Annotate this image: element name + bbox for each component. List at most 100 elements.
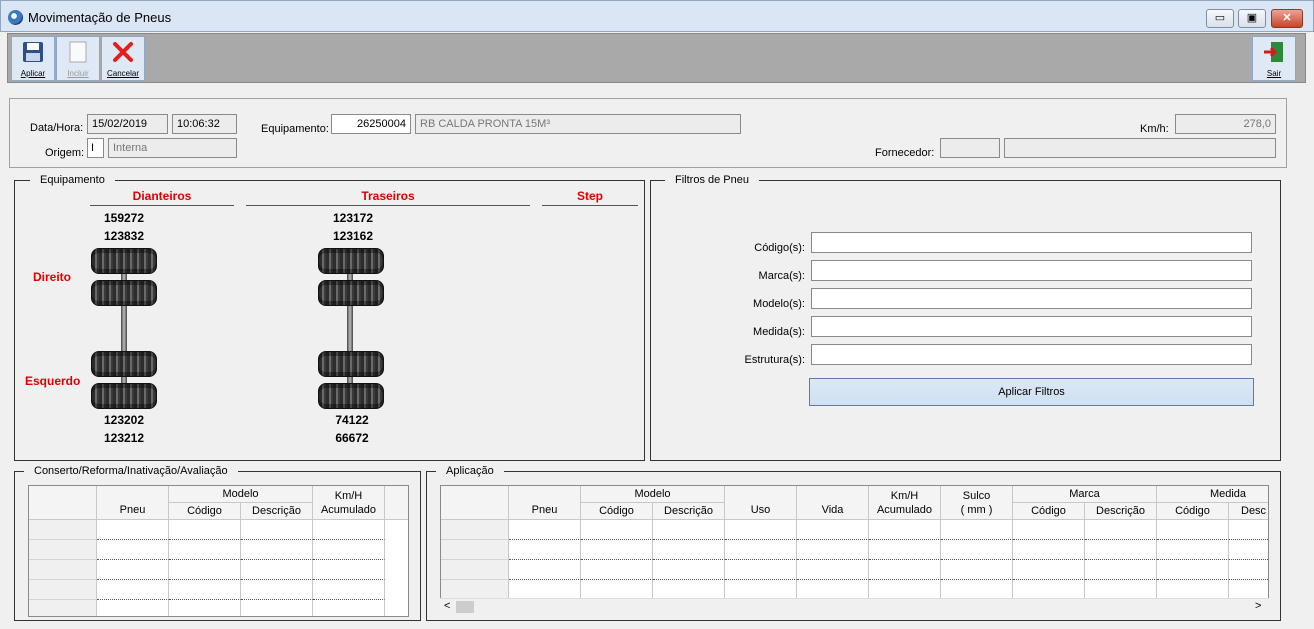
table-cell[interactable] bbox=[581, 560, 653, 580]
table-cell[interactable] bbox=[241, 520, 313, 540]
equipamento-desc-field[interactable]: RB CALDA PRONTA 15M³ bbox=[415, 114, 741, 134]
row-header[interactable] bbox=[441, 560, 509, 580]
medida-filter-input[interactable] bbox=[811, 316, 1252, 337]
conserto-grid[interactable]: Pneu Modelo Código Descrição Km/H Acumula… bbox=[28, 485, 409, 617]
cancel-button[interactable]: Cancelar bbox=[101, 36, 145, 81]
table-cell[interactable] bbox=[169, 600, 241, 616]
tire-front-right-inner[interactable] bbox=[91, 280, 157, 306]
table-cell[interactable] bbox=[1085, 560, 1157, 580]
table-cell[interactable] bbox=[581, 520, 653, 540]
exit-button[interactable]: Sair bbox=[1252, 36, 1296, 81]
table-cell[interactable] bbox=[797, 520, 869, 540]
scroll-left-arrow[interactable]: < bbox=[444, 600, 450, 612]
apply-button[interactable]: Aplicar bbox=[11, 36, 55, 81]
table-cell[interactable] bbox=[653, 580, 725, 598]
col-medida-descricao[interactable]: Desc bbox=[1229, 503, 1268, 520]
table-cell[interactable] bbox=[241, 580, 313, 600]
tire-front-right-outer[interactable] bbox=[91, 248, 157, 274]
table-cell[interactable] bbox=[169, 520, 241, 540]
tire-rear-right-outer[interactable] bbox=[318, 248, 384, 274]
col-medida-codigo[interactable]: Código bbox=[1157, 503, 1229, 520]
aplicacao-grid[interactable]: Pneu Modelo Código Descrição Uso Vida Km… bbox=[440, 485, 1269, 598]
origem-code-field[interactable]: I bbox=[87, 138, 104, 158]
col-uso[interactable]: Uso bbox=[725, 486, 797, 520]
table-cell[interactable] bbox=[1229, 560, 1268, 580]
aplicacao-horizontal-scrollbar[interactable]: < > bbox=[440, 598, 1269, 615]
scroll-right-arrow[interactable]: > bbox=[1255, 600, 1261, 612]
table-cell[interactable] bbox=[509, 560, 581, 580]
table-cell[interactable] bbox=[653, 540, 725, 560]
row-header[interactable] bbox=[29, 560, 97, 580]
col-kmh-acumulado[interactable]: Km/H Acumulado bbox=[869, 486, 941, 520]
table-cell[interactable] bbox=[241, 540, 313, 560]
table-cell[interactable] bbox=[169, 560, 241, 580]
codigo-filter-input[interactable] bbox=[811, 232, 1252, 253]
row-header[interactable] bbox=[29, 540, 97, 560]
table-cell[interactable] bbox=[725, 540, 797, 560]
table-cell[interactable] bbox=[725, 560, 797, 580]
col-modelo-descricao[interactable]: Descrição bbox=[653, 503, 725, 520]
table-cell[interactable] bbox=[1157, 580, 1229, 598]
table-cell[interactable] bbox=[1085, 540, 1157, 560]
table-cell[interactable] bbox=[241, 560, 313, 580]
table-cell[interactable] bbox=[313, 560, 385, 580]
table-cell[interactable] bbox=[941, 580, 1013, 598]
table-cell[interactable] bbox=[1085, 580, 1157, 598]
table-cell[interactable] bbox=[653, 520, 725, 540]
table-cell[interactable] bbox=[313, 540, 385, 560]
table-cell[interactable] bbox=[1229, 580, 1268, 598]
table-cell[interactable] bbox=[241, 600, 313, 616]
row-header[interactable] bbox=[441, 540, 509, 560]
table-cell[interactable] bbox=[169, 540, 241, 560]
table-cell[interactable] bbox=[1157, 560, 1229, 580]
modelo-filter-input[interactable] bbox=[811, 288, 1252, 309]
table-cell[interactable] bbox=[941, 540, 1013, 560]
col-modelo-codigo[interactable]: Código bbox=[581, 503, 653, 520]
table-cell[interactable] bbox=[869, 580, 941, 598]
tire-front-left-inner[interactable] bbox=[91, 351, 157, 377]
row-header[interactable] bbox=[441, 520, 509, 540]
table-cell[interactable] bbox=[1013, 560, 1085, 580]
minimize-button[interactable]: ▭ bbox=[1206, 9, 1234, 28]
table-cell[interactable] bbox=[797, 580, 869, 598]
table-cell[interactable] bbox=[97, 560, 169, 580]
col-pneu[interactable]: Pneu bbox=[97, 486, 169, 520]
table-cell[interactable] bbox=[313, 580, 385, 600]
estrutura-filter-input[interactable] bbox=[811, 344, 1252, 365]
table-cell[interactable] bbox=[169, 580, 241, 600]
table-cell[interactable] bbox=[509, 540, 581, 560]
table-cell[interactable] bbox=[1013, 540, 1085, 560]
table-cell[interactable] bbox=[581, 540, 653, 560]
include-button[interactable]: Incluir bbox=[56, 36, 100, 81]
table-cell[interactable] bbox=[1157, 520, 1229, 540]
close-button[interactable]: ✕ bbox=[1271, 9, 1303, 28]
col-modelo-descricao[interactable]: Descrição bbox=[241, 503, 313, 520]
table-cell[interactable] bbox=[653, 560, 725, 580]
col-marca-descricao[interactable]: Descrição bbox=[1085, 503, 1157, 520]
marca-filter-input[interactable] bbox=[811, 260, 1252, 281]
tire-rear-left-inner[interactable] bbox=[318, 351, 384, 377]
table-cell[interactable] bbox=[97, 600, 169, 616]
table-cell[interactable] bbox=[313, 600, 385, 616]
row-header[interactable] bbox=[29, 600, 97, 616]
fornecedor-desc-field[interactable] bbox=[1004, 138, 1276, 158]
equipamento-code-field[interactable]: 26250004 bbox=[331, 114, 411, 134]
table-cell[interactable] bbox=[725, 580, 797, 598]
row-header[interactable] bbox=[29, 520, 97, 540]
date-field[interactable]: 15/02/2019 bbox=[87, 114, 168, 134]
table-cell[interactable] bbox=[869, 520, 941, 540]
maximize-button[interactable]: ▣ bbox=[1238, 9, 1266, 28]
col-vida[interactable]: Vida bbox=[797, 486, 869, 520]
origem-desc-field[interactable]: Interna bbox=[108, 138, 237, 158]
table-cell[interactable] bbox=[941, 560, 1013, 580]
row-header[interactable] bbox=[441, 580, 509, 598]
time-field[interactable]: 10:06:32 bbox=[172, 114, 237, 134]
col-sulco[interactable]: Sulco ( mm ) bbox=[941, 486, 1013, 520]
table-cell[interactable] bbox=[97, 540, 169, 560]
col-pneu[interactable]: Pneu bbox=[509, 486, 581, 520]
apply-filters-button[interactable]: Aplicar Filtros bbox=[809, 378, 1254, 406]
col-marca-codigo[interactable]: Código bbox=[1013, 503, 1085, 520]
table-cell[interactable] bbox=[313, 520, 385, 540]
kmh-field[interactable]: 278,0 bbox=[1175, 114, 1276, 134]
scroll-thumb[interactable] bbox=[456, 601, 474, 613]
